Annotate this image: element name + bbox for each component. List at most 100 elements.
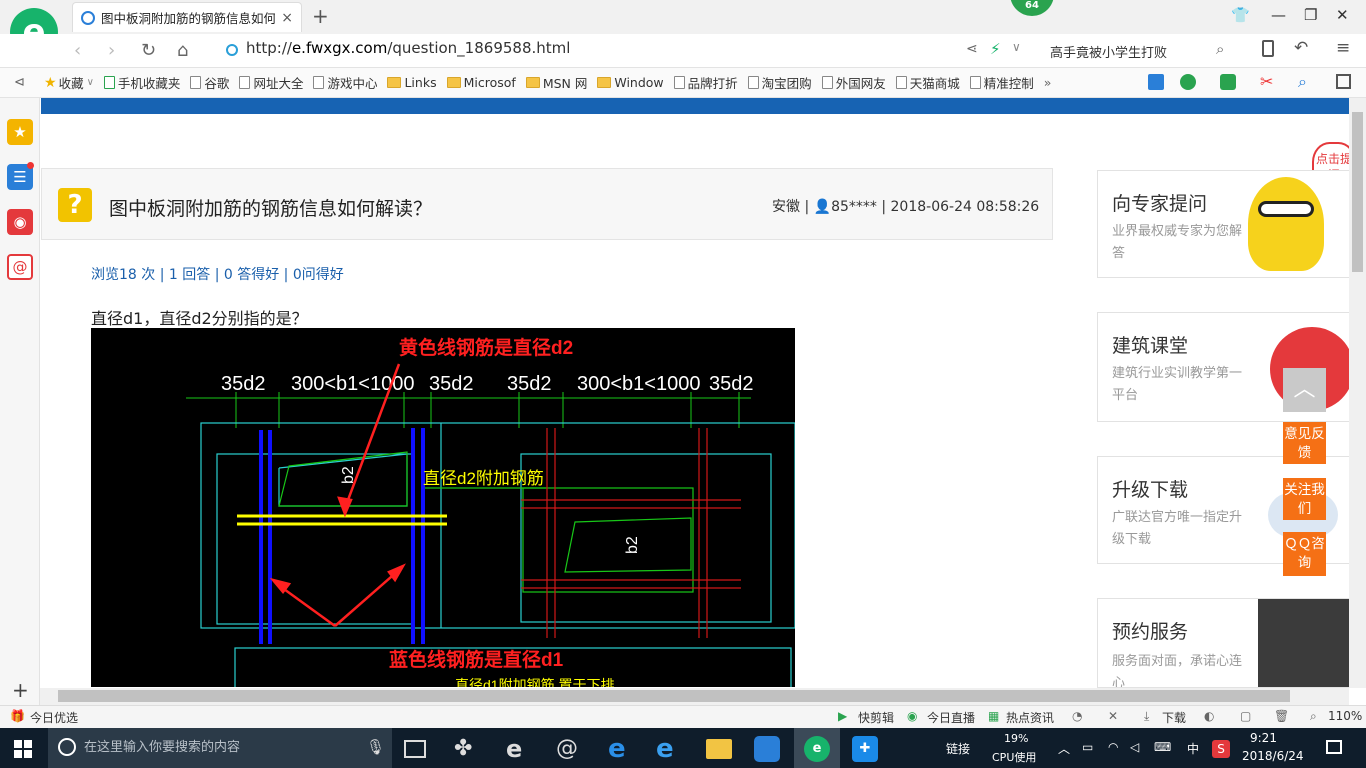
clip-icon: ▶ [838, 709, 848, 723]
mail-icon[interactable]: @ [7, 254, 33, 280]
follow-button[interactable]: 关注我们 [1283, 478, 1326, 520]
bookmark-item[interactable]: 品牌打折 [673, 73, 738, 92]
tray-up-icon[interactable]: ︿ [1058, 740, 1070, 757]
notifications-icon[interactable] [1326, 740, 1342, 754]
speed-icon[interactable]: ◔ [1072, 709, 1082, 723]
dim-label: 300<b1<1000 [291, 373, 414, 395]
clock-date[interactable]: 2018/6/24 [1242, 749, 1304, 763]
status-item[interactable]: 热点资讯 [1006, 709, 1054, 726]
magnifier-icon[interactable]: ⌕ [1298, 72, 1307, 92]
swirl-app-icon[interactable]: @ [556, 736, 582, 762]
pinwheel-icon[interactable]: ✤ [454, 736, 480, 762]
dim-label: 300<b1<1000 [577, 373, 700, 395]
cad-drawing-image[interactable]: 35d2 300<b1<1000 35d2 35d2 300<b1<1000 3… [91, 328, 795, 687]
search-icon[interactable]: ⌕ [1216, 40, 1224, 58]
translate-icon[interactable] [1220, 74, 1236, 90]
volume-icon[interactable]: ◁ [1130, 740, 1139, 754]
edge-icon[interactable]: e [608, 736, 634, 762]
shield-icon[interactable] [1180, 74, 1196, 90]
bookmark-item[interactable]: 精准控制 [969, 73, 1034, 92]
sidebar-toggle-icon[interactable]: ⊲ [14, 75, 25, 90]
bookmark-item[interactable]: 手机收藏夹 [103, 73, 180, 92]
home-icon[interactable]: ⌂ [177, 40, 188, 61]
tools-icon[interactable]: ✕ [1108, 709, 1118, 723]
bookmark-item[interactable]: 天猫商城 [895, 73, 960, 92]
taskbar-link[interactable]: 链接 [946, 740, 970, 757]
windows-start-icon[interactable] [14, 740, 32, 758]
browser-e-icon[interactable]: e [506, 736, 532, 762]
sidebar-card-expert[interactable]: 向专家提问 业界最权威专家为您解答 [1097, 170, 1357, 278]
bookmarks-more[interactable]: » [1044, 75, 1052, 90]
night-mode-icon[interactable]: ◐ [1204, 709, 1214, 723]
qq-consult-button[interactable]: ＱＱ咨询 [1283, 532, 1326, 576]
mic-icon[interactable]: 🎙 [366, 738, 385, 756]
page-icon [673, 76, 685, 89]
status-today-picks[interactable]: 今日优选 [30, 709, 78, 726]
favorites-icon[interactable]: ★ [7, 119, 33, 145]
clock-time[interactable]: 9:21 [1250, 731, 1277, 745]
ime-indicator[interactable]: 中 [1187, 740, 1199, 757]
search-box[interactable]: 高手竟被小学生打败 [1050, 42, 1167, 61]
mobile-icon[interactable] [1262, 40, 1274, 57]
url-path: /question_1869588.html [387, 39, 571, 57]
address-bar[interactable]: http://e.fwxgx.com/question_1869588.html [246, 39, 570, 57]
zoom-level[interactable]: 110% [1328, 709, 1362, 723]
file-explorer-icon[interactable] [706, 739, 732, 759]
sogou-icon[interactable]: S [1212, 740, 1230, 758]
app-g-icon[interactable] [754, 736, 780, 762]
bookmark-item[interactable]: 游戏中心 [313, 73, 377, 92]
minimize-icon[interactable]: — [1271, 6, 1286, 24]
ie-icon[interactable]: e [656, 736, 682, 762]
tab-close-icon[interactable]: × [281, 10, 293, 26]
extension-icon[interactable] [1148, 74, 1164, 90]
dim-label: 35d2 [709, 373, 754, 395]
scissors-icon[interactable]: ✂ [1260, 72, 1273, 91]
bookmark-item[interactable]: Microsof [446, 75, 516, 90]
menu-icon[interactable]: ≡ [1336, 38, 1350, 58]
window-icon[interactable]: ▢ [1240, 709, 1251, 723]
skin-icon[interactable]: 👕 [1231, 6, 1250, 24]
bookmark-item[interactable]: 外国网友 [821, 73, 886, 92]
feedback-button[interactable]: 意见反馈 [1283, 422, 1326, 464]
bookmark-item[interactable]: ★ 收藏 ∨ [44, 73, 94, 92]
undo-icon[interactable]: ↶ [1294, 38, 1308, 58]
task-view-icon[interactable] [404, 740, 426, 758]
question-meta: 安徽 | 👤85**** | 2018-06-24 08:58:26 [772, 199, 1040, 215]
vertical-scroll-thumb[interactable] [1352, 112, 1363, 272]
back-icon[interactable]: ‹ [74, 40, 81, 61]
add-icon[interactable]: + [12, 678, 29, 702]
bookmark-item[interactable]: Links [387, 75, 437, 90]
card-subtitle: 建筑行业实训教学第一平台 [1112, 366, 1243, 403]
new-tab-button[interactable]: + [312, 4, 329, 28]
taskbar-search-input[interactable]: 在这里输入你要搜索的内容 [48, 728, 392, 768]
horizontal-scroll-thumb[interactable] [58, 690, 1290, 702]
browser-360-icon[interactable]: e [804, 736, 830, 762]
reload-icon[interactable]: ↻ [141, 40, 156, 61]
bookmark-item[interactable]: 网址大全 [239, 73, 303, 92]
apps-icon[interactable] [1336, 74, 1351, 89]
bookmark-item[interactable]: 谷歌 [190, 73, 229, 92]
weibo-icon[interactable]: ◉ [7, 209, 33, 235]
status-item[interactable]: 快剪辑 [858, 709, 894, 726]
question-user[interactable]: 85**** [831, 199, 877, 215]
restore-icon[interactable]: ❐ [1304, 6, 1317, 24]
lightning-icon[interactable]: ⚡ [990, 40, 1001, 58]
tab-active[interactable]: 图中板洞附加筋的钢筋信息如何解读 × [72, 2, 302, 32]
app-plus-icon[interactable]: ✚ [852, 736, 878, 762]
forward-icon[interactable]: › [108, 40, 115, 61]
battery-icon[interactable]: ▭ [1082, 740, 1093, 754]
status-item[interactable]: 下载 [1162, 709, 1186, 726]
bookmark-item[interactable]: Window [597, 75, 664, 90]
wifi-icon[interactable]: ◠ [1108, 740, 1118, 754]
close-window-icon[interactable]: ✕ [1336, 6, 1349, 24]
back-to-top-button[interactable]: ︿ [1283, 368, 1326, 412]
sidebar-card-booking[interactable]: 预约服务 服务面对面，承诺心连心 [1097, 598, 1357, 688]
dropdown-icon[interactable]: ∨ [1012, 40, 1021, 54]
trash-icon[interactable]: 🗑 [1274, 709, 1289, 723]
bookmark-item[interactable]: MSN 网 [525, 73, 587, 92]
share-icon[interactable]: ⋖ [966, 41, 978, 57]
gift-icon: 🎁 [10, 709, 25, 723]
keyboard-icon[interactable]: ⌨ [1154, 740, 1171, 754]
status-item[interactable]: 今日直播 [927, 709, 975, 726]
bookmark-item[interactable]: 淘宝团购 [747, 73, 812, 92]
